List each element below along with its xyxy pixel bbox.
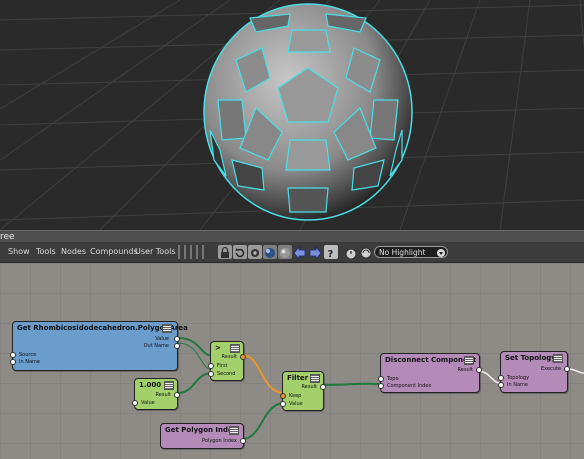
port-topology[interactable]: Topology bbox=[507, 375, 529, 381]
port-result[interactable]: Result bbox=[458, 367, 473, 373]
port-in-name[interactable]: In Name bbox=[507, 382, 528, 388]
port-component-index[interactable]: Component Index bbox=[387, 383, 431, 389]
port-pin[interactable] bbox=[208, 371, 214, 377]
node-menu-icon[interactable] bbox=[162, 324, 172, 333]
right-arrow-icon[interactable] bbox=[308, 245, 322, 261]
port-result[interactable]: Result bbox=[222, 354, 237, 360]
node-menu-icon[interactable] bbox=[229, 426, 239, 435]
port-value[interactable]: Value bbox=[289, 401, 303, 407]
port-execute[interactable]: Execute bbox=[541, 366, 561, 372]
port-out-name[interactable]: Out Name bbox=[144, 343, 169, 349]
port-pin[interactable] bbox=[174, 336, 180, 342]
port-pin[interactable] bbox=[564, 366, 570, 372]
menu-user-tools[interactable]: User Tools bbox=[133, 245, 177, 259]
port-pin[interactable] bbox=[208, 363, 214, 369]
wire-scalar-to-compare[interactable] bbox=[177, 372, 213, 394]
node-scalar[interactable]: 1.000 Result Value bbox=[132, 378, 180, 410]
node-graph-canvas[interactable]: Get Rhombicosidodecahedron.PolygonArea V… bbox=[0, 263, 584, 459]
refresh-icon[interactable] bbox=[233, 245, 247, 259]
render-icon[interactable] bbox=[263, 245, 277, 259]
node-title: Filter bbox=[287, 374, 309, 382]
wire-area-to-compare[interactable] bbox=[177, 337, 213, 357]
node-menu-icon[interactable] bbox=[230, 344, 240, 353]
sphere-icon[interactable] bbox=[278, 245, 292, 259]
node-menu-icon[interactable] bbox=[310, 374, 320, 383]
chevron-down-icon bbox=[437, 249, 445, 257]
node-title: Disconnect Component bbox=[385, 356, 477, 364]
highlight-dropdown[interactable]: No Highlight bbox=[374, 246, 448, 258]
port-second[interactable]: Second bbox=[217, 371, 235, 377]
port-pin[interactable] bbox=[378, 376, 384, 382]
port-pin[interactable] bbox=[280, 401, 286, 407]
node-title: Get Polygon Index bbox=[165, 426, 238, 434]
port-pin[interactable] bbox=[174, 343, 180, 349]
port-pin[interactable] bbox=[240, 438, 246, 444]
port-topo[interactable]: Topo bbox=[387, 376, 399, 382]
svg-text:?: ? bbox=[328, 249, 334, 260]
port-pin[interactable] bbox=[476, 367, 482, 373]
node-set-topology[interactable]: Set Topology Execute Topology In Name bbox=[498, 351, 570, 393]
port-keep[interactable]: Keep bbox=[289, 393, 301, 399]
port-pin[interactable] bbox=[498, 382, 504, 388]
port-pin[interactable] bbox=[132, 400, 138, 406]
port-pin[interactable] bbox=[280, 393, 286, 399]
node-menu-icon[interactable] bbox=[164, 381, 174, 390]
port-source[interactable]: Source bbox=[19, 352, 36, 358]
wire-topology-out[interactable] bbox=[567, 368, 584, 374]
wire-index-to-filter[interactable] bbox=[241, 402, 284, 440]
rhombicosidodecahedron-mesh[interactable] bbox=[203, 3, 413, 221]
menu-nodes[interactable]: Nodes bbox=[59, 245, 88, 259]
viewport-scene bbox=[0, 0, 584, 230]
help-icon[interactable]: ? bbox=[324, 245, 338, 260]
port-pin[interactable] bbox=[10, 352, 16, 358]
port-value[interactable]: Value bbox=[155, 336, 169, 342]
port-pin[interactable] bbox=[320, 384, 326, 390]
render-tree-toolbar: Show Tools Nodes Compounds User Tools ? … bbox=[0, 242, 584, 263]
port-first[interactable]: First bbox=[217, 363, 228, 369]
node-menu-icon[interactable] bbox=[464, 356, 474, 365]
port-in-name[interactable]: In Name bbox=[19, 359, 40, 365]
menu-show[interactable]: Show bbox=[6, 245, 32, 259]
node-title: Set Topology bbox=[505, 354, 556, 362]
toolbar-grip[interactable] bbox=[178, 245, 208, 259]
port-pin[interactable] bbox=[378, 383, 384, 389]
port-value[interactable]: Value bbox=[141, 400, 155, 406]
left-arrow-icon[interactable] bbox=[293, 245, 307, 261]
port-result[interactable]: Result bbox=[302, 384, 317, 390]
wire-area-outname[interactable] bbox=[177, 342, 213, 371]
node-menu-icon[interactable] bbox=[553, 354, 563, 363]
wire-compare-to-filter[interactable] bbox=[241, 354, 284, 394]
node-greater-than[interactable]: > Result First Second bbox=[208, 341, 246, 381]
node-title: > bbox=[215, 344, 221, 352]
highlight-dropdown-value: No Highlight bbox=[379, 248, 426, 257]
wire-filter-to-disconnect[interactable] bbox=[323, 382, 380, 386]
wire-disconnect-to-topology[interactable] bbox=[477, 370, 501, 384]
3d-viewport[interactable] bbox=[0, 0, 584, 230]
node-title: 1.000 bbox=[139, 381, 162, 389]
settings-icon[interactable] bbox=[248, 245, 262, 259]
node-get-polygon-area[interactable]: Get Rhombicosidodecahedron.PolygonArea V… bbox=[10, 321, 188, 371]
node-filter[interactable]: Filter Result Keep Value bbox=[280, 371, 326, 411]
port-pin[interactable] bbox=[174, 392, 180, 398]
port-result[interactable]: Result bbox=[156, 392, 171, 398]
node-disconnect-component[interactable]: Disconnect Component Result Topo Compone… bbox=[378, 353, 482, 393]
port-polygon-index[interactable]: Polygon Index bbox=[202, 438, 237, 444]
port-pin[interactable] bbox=[240, 354, 246, 360]
node-get-polygon-index[interactable]: Get Polygon Index Polygon Index bbox=[160, 423, 246, 449]
port-pin[interactable] bbox=[498, 375, 504, 381]
lock-icon[interactable] bbox=[218, 245, 232, 259]
menu-compounds[interactable]: Compounds bbox=[88, 245, 140, 259]
port-pin[interactable] bbox=[10, 359, 16, 365]
timer-icon[interactable] bbox=[344, 245, 358, 260]
cycle-icon[interactable] bbox=[359, 245, 373, 259]
menu-tools[interactable]: Tools bbox=[34, 245, 58, 259]
